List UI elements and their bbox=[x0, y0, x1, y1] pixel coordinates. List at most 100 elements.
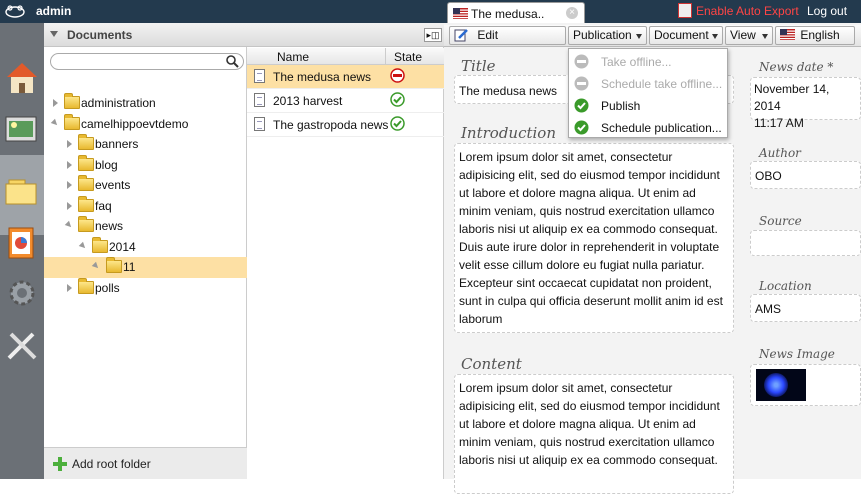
add-root-folder-button[interactable]: Add root folder bbox=[44, 447, 247, 479]
tree-search-input[interactable] bbox=[50, 53, 244, 70]
news-date-time: 11:17 AM bbox=[754, 116, 804, 130]
export-icon bbox=[678, 3, 692, 19]
us-flag-folder-icon bbox=[64, 113, 80, 130]
folder-icon bbox=[78, 216, 94, 232]
document-tab[interactable]: The medusa.. × bbox=[447, 2, 585, 25]
channel-manager-icon[interactable] bbox=[3, 111, 41, 149]
tree-item-2014[interactable]: 2014 bbox=[44, 236, 247, 258]
reports-icon[interactable] bbox=[3, 223, 41, 261]
publication-menu-button[interactable]: Publication bbox=[568, 26, 647, 45]
source-field[interactable] bbox=[750, 230, 861, 256]
dropdown-arrow-icon bbox=[636, 34, 642, 39]
collapse-arrow-icon[interactable] bbox=[64, 220, 74, 230]
menu-item-publish[interactable]: Publish bbox=[569, 95, 729, 117]
tree-item-administration[interactable]: administration bbox=[44, 93, 247, 114]
collapse-arrow-icon[interactable] bbox=[50, 31, 58, 37]
menu-item-schedule-take-offline[interactable]: Schedule take offline... bbox=[569, 73, 729, 95]
tree-item-label: 11 bbox=[123, 260, 136, 274]
auto-export-label: Enable Auto Export bbox=[696, 3, 799, 18]
schedule-offline-icon bbox=[574, 76, 589, 91]
publish-check-icon bbox=[574, 98, 589, 113]
location-field[interactable]: AMS bbox=[750, 294, 861, 322]
document-icon bbox=[254, 93, 265, 107]
menu-item-take-offline[interactable]: Take offline... bbox=[569, 51, 729, 73]
expand-arrow-icon[interactable] bbox=[67, 160, 72, 169]
content-field[interactable]: Lorem ipsum dolor sit amet, consectetur … bbox=[454, 374, 734, 494]
introduction-field[interactable]: Lorem ipsum dolor sit amet, consectetur … bbox=[454, 143, 734, 333]
folder-icon bbox=[78, 154, 94, 171]
edit-button[interactable]: Edit bbox=[449, 26, 566, 45]
name-column-header[interactable]: Name bbox=[277, 50, 309, 64]
expand-panel-icon[interactable]: ▸◫ bbox=[424, 28, 442, 42]
list-panel-header: ▸◫ bbox=[247, 23, 444, 47]
news-date-date: November 14, 2014 bbox=[754, 82, 830, 113]
username-label: admin bbox=[36, 4, 72, 18]
location-value: AMS bbox=[755, 302, 782, 316]
folder-icon bbox=[78, 134, 94, 150]
settings-gear-icon[interactable] bbox=[3, 274, 41, 312]
content-field-label: Content bbox=[461, 355, 522, 373]
content-field-value: Lorem ipsum dolor sit amet, consectetur … bbox=[459, 381, 720, 467]
tree-item-news[interactable]: news bbox=[44, 216, 247, 237]
introduction-field-label: Introduction bbox=[461, 124, 556, 142]
introduction-field-value: Lorem ipsum dolor sit amet, consectetur … bbox=[459, 150, 723, 326]
add-root-folder-label: Add root folder bbox=[72, 457, 151, 471]
language-menu-button[interactable]: English bbox=[775, 26, 855, 45]
search-icon[interactable] bbox=[226, 55, 239, 68]
auto-export-link[interactable]: Enable Auto Export bbox=[678, 3, 799, 19]
collapse-arrow-icon[interactable] bbox=[78, 241, 88, 250]
language-label: English bbox=[800, 28, 840, 42]
document-name: 2013 harvest bbox=[273, 94, 343, 108]
dropdown-arrow-icon bbox=[712, 34, 718, 39]
tree-item-banners[interactable]: banners bbox=[44, 134, 247, 155]
news-date-field[interactable]: November 14, 2014 11:17 AM bbox=[750, 77, 861, 130]
tree-item-label: events bbox=[95, 178, 131, 192]
tree-item-polls[interactable]: polls bbox=[44, 277, 247, 299]
view-menu-button[interactable]: View bbox=[725, 26, 773, 45]
close-tab-icon[interactable]: × bbox=[566, 7, 578, 19]
tree-item-label: banners bbox=[95, 137, 139, 151]
expand-arrow-icon[interactable] bbox=[67, 181, 72, 189]
menu-item-schedule-publication[interactable]: Schedule publication... bbox=[569, 117, 729, 139]
state-column-header[interactable]: State bbox=[394, 50, 422, 64]
source-value bbox=[751, 231, 860, 239]
expand-arrow-icon[interactable] bbox=[67, 283, 72, 292]
folder-open-icon bbox=[92, 236, 108, 253]
news-image-thumbnail[interactable] bbox=[756, 369, 806, 401]
column-divider bbox=[385, 48, 386, 65]
collapse-arrow-icon[interactable] bbox=[50, 118, 60, 127]
expand-arrow-icon[interactable] bbox=[53, 99, 58, 107]
tree-item-faq[interactable]: faq bbox=[44, 195, 247, 217]
author-value: OBO bbox=[755, 169, 782, 183]
expand-arrow-icon[interactable] bbox=[67, 201, 72, 210]
tree-item-11[interactable]: 11 bbox=[44, 257, 247, 278]
folder-icon bbox=[78, 175, 94, 191]
tree-item-events[interactable]: events bbox=[44, 175, 247, 196]
document-name: The medusa news bbox=[273, 70, 372, 84]
documents-icon[interactable] bbox=[3, 174, 41, 212]
home-icon[interactable] bbox=[3, 59, 41, 97]
document-name: The gastropoda news bbox=[273, 118, 389, 132]
editor-toolbar: Edit Publication Document View English bbox=[444, 25, 861, 47]
tree-item-blog[interactable]: blog bbox=[44, 154, 247, 176]
collapse-arrow-icon[interactable] bbox=[91, 261, 101, 271]
take-offline-icon bbox=[574, 54, 589, 69]
tree-item-camelhippoevtdemo[interactable]: camelhippoevtdemo bbox=[44, 113, 247, 135]
news-date-value: November 14, 2014 11:17 AM bbox=[751, 78, 860, 135]
author-field[interactable]: OBO bbox=[750, 161, 861, 189]
list-row[interactable]: 2013 harvest bbox=[247, 89, 444, 113]
logout-link[interactable]: Log out bbox=[807, 4, 847, 18]
list-column-header: Name State bbox=[247, 48, 444, 65]
dropdown-arrow-icon bbox=[762, 34, 768, 39]
document-icon bbox=[254, 69, 265, 83]
location-label: Location bbox=[759, 279, 812, 293]
list-row[interactable]: The medusa news bbox=[247, 65, 444, 89]
document-menu-button[interactable]: Document bbox=[649, 26, 723, 45]
list-row[interactable]: The gastropoda news bbox=[247, 113, 444, 137]
tree-item-label: polls bbox=[95, 280, 120, 295]
expand-arrow-icon[interactable] bbox=[67, 140, 72, 148]
admin-tools-icon[interactable] bbox=[3, 326, 41, 364]
folder-open-icon bbox=[106, 257, 122, 273]
documents-panel-title: Documents bbox=[67, 28, 133, 42]
documents-panel-header[interactable]: Documents bbox=[44, 23, 247, 47]
